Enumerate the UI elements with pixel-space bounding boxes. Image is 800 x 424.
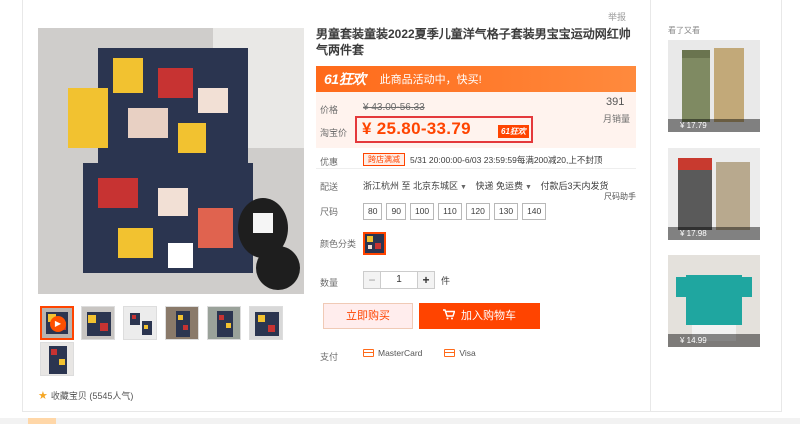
delivery-info: 浙江杭州 至 北京东城区 ▼ 快递 免运费 ▼ 付款后3天内发货 — [363, 179, 608, 192]
buy-now-button[interactable]: 立即购买 — [323, 303, 413, 329]
also-viewed-price: ¥ 17.79 — [668, 119, 760, 132]
add-to-cart-button[interactable]: 加入购物车 — [419, 303, 540, 329]
play-video-icon[interactable]: ▶ — [50, 316, 66, 332]
also-viewed-item[interactable]: ¥ 17.79 — [668, 40, 760, 132]
thumbnail-7[interactable] — [40, 342, 74, 376]
current-price: ¥ 25.80-33.79 — [362, 119, 471, 138]
delivery-ship-time: 付款后3天内发货 — [540, 181, 609, 191]
promo-logo: 61狂欢 — [324, 71, 366, 87]
payment-label: 支付 — [320, 352, 339, 362]
delivery-destination[interactable]: 北京东城区 — [413, 181, 458, 191]
quantity-decrease-button[interactable]: − — [363, 271, 381, 289]
divider — [316, 168, 636, 169]
product-page: ▶ ★ 收藏宝贝 (5545人气) 举报 男童套装童装2022夏季儿童洋气格子套… — [0, 0, 800, 424]
monthly-sales-count: 391 — [606, 96, 625, 108]
thumbnail-2[interactable] — [81, 306, 115, 340]
price-label: 价格 — [320, 105, 339, 115]
thumbnail-6[interactable] — [249, 306, 283, 340]
bottom-accent — [28, 418, 56, 424]
promo-banner: 61狂欢 此商品活动中，快买! — [316, 66, 636, 92]
monthly-sales-label: 月销量 — [603, 114, 631, 124]
credit-card-icon — [444, 349, 456, 357]
thumbnail-3[interactable] — [123, 306, 157, 340]
favorite-button[interactable]: ★ 收藏宝贝 (5545人气) — [38, 389, 133, 402]
also-viewed-item[interactable]: ¥ 17.98 — [668, 148, 760, 240]
also-viewed-title: 看了又看 — [668, 26, 700, 35]
color-swatch[interactable] — [363, 232, 386, 255]
delivery-express[interactable]: 快递 免运费 — [476, 181, 524, 191]
column-divider — [650, 0, 651, 412]
coupon-label: 优惠 — [320, 157, 339, 167]
delivery-from: 浙江杭州 至 — [363, 181, 411, 191]
payment-method: MasterCard — [378, 348, 423, 358]
size-option[interactable]: 110 — [438, 203, 462, 220]
also-viewed-price: ¥ 14.99 — [668, 334, 760, 347]
favorite-label: 收藏宝贝 (5545人气) — [50, 391, 134, 401]
size-option[interactable]: 130 — [493, 203, 519, 220]
coupon-text: 5/31 20:00:00-6/03 23:59:59每满200减20,上不封顶 — [410, 155, 603, 165]
thumbnail-4[interactable] — [165, 306, 199, 340]
star-icon: ★ — [38, 390, 48, 402]
quantity-input[interactable]: 1 — [381, 271, 417, 289]
also-viewed-item[interactable]: ¥ 14.99 — [668, 255, 760, 347]
size-option[interactable]: 120 — [465, 203, 490, 220]
chevron-down-icon[interactable]: ▼ — [460, 184, 467, 191]
quantity-increase-button[interactable]: + — [417, 271, 435, 289]
quantity-label: 数量 — [320, 278, 339, 288]
payment-method: Visa — [459, 348, 476, 358]
payment-methods: MasterCard Visa — [363, 348, 476, 358]
color-label: 颜色分类 — [320, 239, 357, 249]
thumbnail-5[interactable] — [207, 306, 241, 340]
main-product-image[interactable] — [38, 28, 304, 294]
size-option[interactable]: 140 — [522, 203, 547, 220]
coupon-tag: 跨店满减 — [363, 153, 405, 166]
promo-text: 此商品活动中，快买! — [379, 74, 482, 86]
delivery-label: 配送 — [320, 182, 339, 192]
add-to-cart-label: 加入购物车 — [461, 310, 516, 322]
original-price: ¥ 43.00-56.33 — [363, 102, 425, 113]
size-option[interactable]: 100 — [409, 203, 435, 220]
size-options: 80 90 100 110 120 130 140 — [363, 203, 547, 220]
taobao-price-label: 淘宝价 — [320, 128, 348, 138]
cart-icon — [443, 304, 456, 330]
size-helper-link[interactable]: 尺码助手 — [604, 191, 636, 202]
chevron-down-icon[interactable]: ▼ — [525, 184, 532, 191]
credit-card-icon — [363, 349, 374, 357]
report-link[interactable]: 举报 — [608, 10, 626, 23]
size-option[interactable]: 90 — [386, 203, 406, 220]
size-option[interactable]: 80 — [363, 203, 383, 220]
size-label: 尺码 — [320, 207, 339, 217]
quantity-unit: 件 — [441, 275, 451, 286]
quantity-stepper: − 1 + 件 — [363, 271, 450, 289]
thumbnail-1[interactable]: ▶ — [40, 306, 74, 340]
product-title: 男童套装童装2022夏季儿童洋气格子套装男宝宝运动网红帅气两件套 — [316, 27, 631, 57]
bottom-bar — [0, 418, 800, 424]
also-viewed-price: ¥ 17.98 — [668, 227, 760, 240]
promo-badge: 61狂欢 — [498, 125, 529, 138]
